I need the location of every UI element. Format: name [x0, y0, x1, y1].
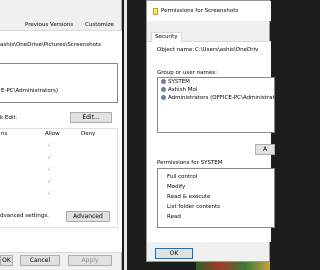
tab-security[interactable]: Security [151, 32, 182, 42]
perm-col-name: ns [1, 131, 8, 137]
permission-name: Modify [167, 184, 186, 190]
cancel-button[interactable]: Cancel [20, 255, 60, 266]
ok-button[interactable]: OK [0, 255, 13, 266]
edit-hint: k Edit. [0, 115, 18, 121]
permission-name: List folder contents [167, 204, 220, 210]
user-name: SYSTEM [168, 79, 190, 85]
tab-strip: Security [147, 31, 271, 42]
object-name-label: Object name: [157, 47, 195, 53]
tab-previous-versions[interactable]: Previous Versions [22, 21, 76, 30]
object-name-value: C:\Users\ashis\OneDriv [195, 47, 259, 53]
check-icon: ✓ [47, 154, 53, 161]
add-button[interactable]: A [255, 144, 275, 155]
group-user-label: Group or user names: [157, 70, 217, 76]
left-properties-dialog: Previous Versions Customize ashis\OneDri… [0, 0, 122, 270]
check-icon: ✓ [47, 178, 53, 185]
list-item[interactable]: SYSTEM [161, 79, 190, 85]
users-icon [161, 95, 166, 100]
group-user-item[interactable]: E-PC\Administrators) [1, 88, 58, 94]
permissions-list: Full control Modify Read & execute List … [157, 168, 275, 228]
check-icon: ✓ [47, 142, 53, 149]
permissions-dialog: Permissions for Screenshots Security Obj… [146, 0, 275, 262]
user-name: Ashish Mol [168, 87, 198, 93]
permission-name: Full control [167, 174, 198, 180]
security-panel: Object name: C:\Users\ashis\OneDriv Grou… [147, 42, 275, 242]
list-item[interactable]: Ashish Mol [161, 87, 197, 93]
advanced-button[interactable]: Advanced [66, 211, 110, 222]
shield-icon [153, 8, 158, 15]
user-icon [161, 87, 166, 92]
check-icon: ✓ [47, 166, 53, 173]
perm-col-deny: Deny [81, 131, 96, 137]
list-item[interactable]: Administrators (OFFICE-PC\Administrat [161, 95, 275, 101]
user-name: Administrators (OFFICE-PC\Administrat [168, 95, 275, 101]
perm-col-allow: Allow [45, 131, 60, 137]
permission-name: Read [167, 214, 181, 220]
permissions-for-label: Permissions for SYSTEM [157, 160, 223, 166]
group-user-list[interactable]: E-PC\Administrators) [0, 63, 118, 103]
object-path: ashis\OneDrive\Pictures\Screenshots [0, 42, 101, 48]
tab-panel: ashis\OneDrive\Pictures\Screenshots E-PC… [0, 31, 122, 253]
ok-button[interactable]: OK [155, 248, 193, 259]
apply-button[interactable]: Apply [68, 255, 112, 266]
background-image [196, 262, 270, 270]
title-bar: Permissions for Screenshots [147, 1, 271, 21]
tab-strip: Previous Versions Customize [0, 20, 122, 31]
users-icon [161, 79, 166, 84]
check-icon: ✓ [47, 190, 53, 197]
background-scrollbar [124, 0, 127, 270]
edit-button[interactable]: Edit... [70, 112, 112, 123]
advanced-hint: dvanced settings. [0, 213, 49, 219]
users-list[interactable]: SYSTEM Ashish Mol Administrators (OFFICE… [157, 77, 275, 133]
dialog-title: Permissions for Screenshots [161, 8, 239, 14]
tab-customize[interactable]: Customize [82, 21, 117, 30]
permission-name: Read & execute [167, 194, 211, 200]
